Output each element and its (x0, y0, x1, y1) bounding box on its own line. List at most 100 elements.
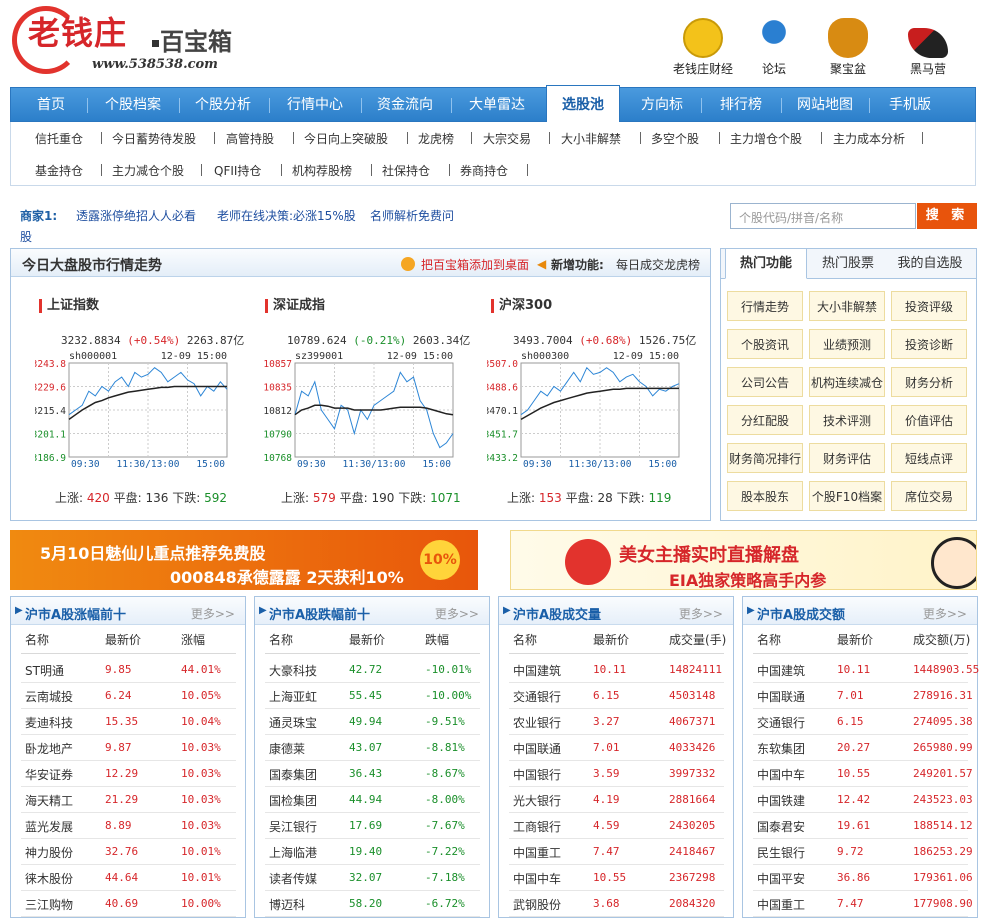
stock-name[interactable]: 大豪科技 (269, 662, 317, 679)
hot-function-button[interactable]: 业绩预测 (809, 329, 885, 359)
table-row[interactable]: 博迈科 58.20 -6.72% (265, 891, 480, 917)
stock-name[interactable]: 民生银行 (757, 844, 805, 861)
table-row[interactable]: 中国联通 7.01 278916.31 (753, 683, 973, 709)
hot-function-button[interactable]: 技术评测 (809, 405, 885, 435)
table-row[interactable]: 中国建筑 10.11 14824111 (509, 657, 724, 683)
promo-banner-right[interactable]: 美女主播实时直播解盘 EIA独家策略高手内参 (510, 530, 977, 590)
stock-name[interactable]: 吴江银行 (269, 818, 317, 835)
stock-name[interactable]: 康德莱 (269, 740, 305, 757)
stock-name[interactable]: 神力股份 (25, 844, 73, 861)
hot-function-button[interactable]: 席位交易 (891, 481, 967, 511)
more-link[interactable]: 更多>> (923, 605, 967, 622)
add-desktop-link[interactable]: 把百宝箱添加到桌面 (421, 256, 529, 273)
merchant-link[interactable]: 透露涨停绝招人人必看 (76, 207, 196, 224)
subnav-item[interactable]: 今日向上突破股 (304, 130, 388, 147)
more-link[interactable]: 更多>> (435, 605, 479, 622)
table-row[interactable]: 海天精工 21.29 10.03% (21, 787, 236, 813)
table-row[interactable]: 中国建筑 10.11 1448903.55 (753, 657, 979, 683)
table-row[interactable]: 中国中车 10.55 249201.57 (753, 761, 973, 787)
table-row[interactable]: 民生银行 9.72 186253.29 (753, 839, 973, 865)
nav-item-compass[interactable]: 方向标 (628, 88, 696, 121)
merchant-link[interactable]: 名师解析免费问 (370, 207, 454, 224)
nav-item-radar[interactable]: 大单雷达 (457, 88, 537, 121)
stock-name[interactable]: 中国中车 (757, 766, 805, 783)
stock-name[interactable]: 国检集团 (269, 792, 317, 809)
new-feature-link[interactable]: 每日成交龙虎榜 (616, 256, 700, 273)
stock-name[interactable]: 上海临港 (269, 844, 317, 861)
table-row[interactable]: 读者传媒 32.07 -7.18% (265, 865, 480, 891)
stock-name[interactable]: 海天精工 (25, 792, 73, 809)
hot-function-button[interactable]: 大小非解禁 (809, 291, 885, 321)
table-row[interactable]: 交通银行 6.15 274095.38 (753, 709, 973, 735)
stock-name[interactable]: 读者传媒 (269, 870, 317, 887)
table-row[interactable]: 卧龙地产 9.87 10.03% (21, 735, 236, 761)
nav-item-sitemap[interactable]: 网站地图 (787, 88, 863, 121)
table-row[interactable]: 通灵珠宝 49.94 -9.51% (265, 709, 480, 735)
stock-name[interactable]: 中国平安 (757, 870, 805, 887)
table-row[interactable]: 康德莱 43.07 -8.81% (265, 735, 480, 761)
tab-hot-stocks[interactable]: 热门股票 (807, 249, 889, 279)
stock-name[interactable]: 交通银行 (513, 688, 561, 705)
search-button[interactable]: 搜 索 (917, 203, 977, 229)
logo-main[interactable]: 老钱庄 (28, 8, 127, 54)
stock-name[interactable]: 麦迪科技 (25, 714, 73, 731)
stock-name[interactable]: 中国联通 (757, 688, 805, 705)
hot-function-button[interactable]: 短线点评 (891, 443, 967, 473)
hot-function-button[interactable]: 个股资讯 (727, 329, 803, 359)
stock-name[interactable]: 国泰集团 (269, 766, 317, 783)
table-row[interactable]: 中国银行 3.59 3997332 (509, 761, 724, 787)
subnav-item[interactable]: 机构荐股榜 (292, 162, 352, 179)
tab-my-stocks[interactable]: 我的自选股 (889, 249, 971, 279)
index-chart-2[interactable]: 沪深300 3493.7004 (+0.68%) 1526.75亿 sh000300… (487, 289, 717, 509)
hot-function-button[interactable]: 投资诊断 (891, 329, 967, 359)
subnav-item[interactable]: 大小非解禁 (561, 130, 621, 147)
hot-function-button[interactable]: 投资评级 (891, 291, 967, 321)
index-name[interactable]: 深证成指 (265, 299, 325, 313)
table-row[interactable]: 中国铁建 12.42 243523.03 (753, 787, 973, 813)
table-row[interactable]: 蓝光发展 8.89 10.03% (21, 813, 236, 839)
table-row[interactable]: 武钢股份 3.68 2084320 (509, 891, 724, 917)
index-chart-0[interactable]: 上证指数 3232.8834 (+0.54%) 2263.87亿 sh000001 1… (35, 289, 265, 509)
stock-name[interactable]: 武钢股份 (513, 896, 561, 913)
index-name[interactable]: 沪深300 (491, 299, 552, 313)
stock-name[interactable]: 徕木股份 (25, 870, 73, 887)
header-link-blackhorse[interactable]: 黑马营 (883, 18, 973, 77)
stock-name[interactable]: ST明通 (25, 662, 64, 679)
subnav-item[interactable]: 社保持仓 (382, 162, 430, 179)
table-row[interactable]: 中国重工 7.47 177908.90 (753, 891, 973, 917)
index-chart-1[interactable]: 深证成指 10789.624 (-0.21%) 2603.34亿 sz399001 1… (261, 289, 491, 509)
table-row[interactable]: 大豪科技 42.72 -10.01% (265, 657, 480, 683)
stock-name[interactable]: 通灵珠宝 (269, 714, 317, 731)
stock-name[interactable]: 上海亚虹 (269, 688, 317, 705)
table-row[interactable]: 吴江银行 17.69 -7.67% (265, 813, 480, 839)
logo-sub[interactable]: 百宝箱 (160, 22, 232, 57)
subnav-item[interactable]: 主力成本分析 (833, 130, 905, 147)
nav-item-profile[interactable]: 个股档案 (93, 88, 173, 121)
table-row[interactable]: 徕木股份 44.64 10.01% (21, 865, 236, 891)
hot-function-button[interactable]: 机构连续减仓 (809, 367, 885, 397)
subnav-item[interactable]: 今日蓄势待发股 (112, 130, 196, 147)
subnav-item[interactable]: 主力增仓个股 (730, 130, 802, 147)
table-row[interactable]: 东软集团 20.27 265980.99 (753, 735, 973, 761)
hot-function-button[interactable]: 财务评估 (809, 443, 885, 473)
hot-function-button[interactable]: 个股F10档案 (809, 481, 885, 511)
stock-name[interactable]: 中国银行 (513, 766, 561, 783)
table-row[interactable]: 上海临港 19.40 -7.22% (265, 839, 480, 865)
stock-name[interactable]: 东软集团 (757, 740, 805, 757)
stock-name[interactable]: 卧龙地产 (25, 740, 73, 757)
stock-name[interactable]: 中国铁建 (757, 792, 805, 809)
table-row[interactable]: 中国平安 36.86 179361.06 (753, 865, 973, 891)
hot-function-button[interactable]: 价值评估 (891, 405, 967, 435)
table-row[interactable]: 国泰集团 36.43 -8.67% (265, 761, 480, 787)
stock-name[interactable]: 光大银行 (513, 792, 561, 809)
stock-name[interactable]: 交通银行 (757, 714, 805, 731)
more-link[interactable]: 更多>> (679, 605, 723, 622)
table-row[interactable]: 神力股份 32.76 10.01% (21, 839, 236, 865)
index-name[interactable]: 上证指数 (39, 299, 99, 313)
table-row[interactable]: 上海亚虹 55.45 -10.00% (265, 683, 480, 709)
stock-name[interactable]: 云南城投 (25, 688, 73, 705)
hot-function-button[interactable]: 财务分析 (891, 367, 967, 397)
table-row[interactable]: 国泰君安 19.61 188514.12 (753, 813, 973, 839)
merchant-link[interactable]: 老师在线决策:必涨15%股 (217, 207, 356, 224)
stock-name[interactable]: 华安证券 (25, 766, 73, 783)
